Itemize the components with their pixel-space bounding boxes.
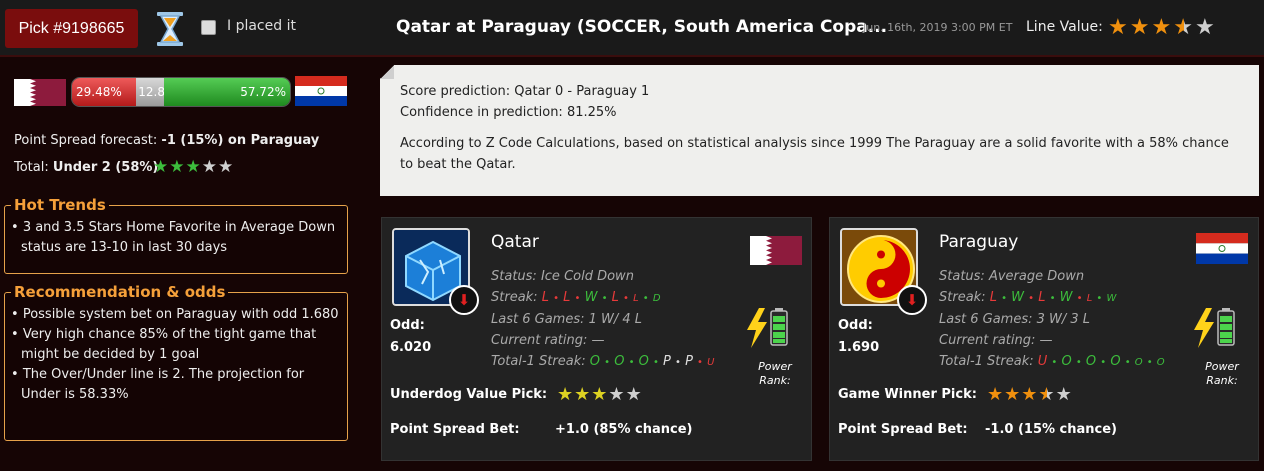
prediction-textbox[interactable]: Score prediction: Qatar 0 - Paraguay 1 C… [380,65,1259,196]
streak-label: Streak: [939,290,986,305]
team-info: Status: Ice Cold Down Streak: L • L • W … [491,269,715,369]
qatar-flag-icon [14,79,66,106]
star-icon: ★ [1021,384,1039,405]
prediction-paragraph: According to Z Code Calculations, based … [400,136,1229,172]
recommendation-title: Recommendation & odds [14,283,226,301]
point-spread-forecast: Point Spread forecast: -1 (15%) on Parag… [14,133,319,148]
status-label: Status: [491,269,537,284]
star-icon: ★ [185,157,202,177]
odd-label: Odd: [390,318,425,333]
star-icon: ★ [201,157,218,177]
hourglass-icon [157,12,183,46]
total-streak-label: Total-1 Streak: [491,354,586,369]
score-prediction: Score prediction: Qatar 0 - Paraguay 1 [400,84,650,99]
star-icon: ★ [153,157,170,177]
hot-trends-title: Hot Trends [14,196,106,214]
last6-value: 1 W/ 4 L [588,312,643,327]
power-rank-label: Power Rank: [758,360,792,387]
power-battery-icon [747,308,788,348]
star-icon: ★ [625,384,643,405]
star-icon: ★ [608,384,626,405]
paraguay-flag-icon [295,76,347,106]
star-icon: ★ [169,157,186,177]
line-value-label: Line Value: [1026,19,1103,35]
odd-value: 6.020 [390,340,432,355]
total-value: Under 2 (58%) [52,160,159,175]
team-name[interactable]: Qatar [491,232,539,252]
spread-label: Point Spread Bet: [390,422,520,437]
half-star-icon: ★ [1173,15,1195,40]
qatar-flag-icon [750,236,802,265]
placed-checkbox[interactable] [201,20,216,35]
total-stars: ★★★★★ [153,157,234,177]
hot-trends-box: Hot Trends 3 and 3.5 Stars Home Favorite… [4,196,348,274]
rating-label: Current rating: [939,333,1036,348]
fold-corner [380,65,394,79]
total-forecast: Total: Under 2 (58%) [14,160,158,175]
status-value: Average Down [988,269,1085,284]
last6-label: Last 6 Games: [939,312,1033,327]
home-win-pct: 57.72% [164,78,290,106]
total-prefix: Total: [14,160,49,175]
trend-item: 3 and 3.5 Stars Home Favorite in Average… [11,218,341,258]
star-icon: ★ [1129,15,1152,40]
ps-prefix: Point Spread forecast: [14,133,158,148]
half-star-icon: ★ [1038,384,1056,405]
star-icon: ★ [591,384,609,405]
placed-label[interactable]: I placed it [227,18,296,34]
game-title[interactable]: Qatar at Paraguay (SOCCER, South America… [396,17,887,37]
probability-bar: 29.48% 12.80% 57.72% [71,77,291,107]
star-icon: ★ [557,384,575,405]
streak-label: Streak: [491,290,538,305]
game-date: Jun. 16th, 2019 3:00 PM ET [863,21,1013,34]
down-arrow-icon: ⬇ [449,285,479,315]
confidence: Confidence in prediction: 81.25% [400,105,617,120]
rating-label: Current rating: [491,333,588,348]
spread-value: +1.0 (85% chance) [555,422,693,437]
pick-label: Underdog Value Pick: [390,387,548,402]
recommendation-item: Very high chance 85% of the tight game t… [11,325,341,365]
draw-pct: 12.80% [136,78,184,106]
star-icon: ★ [1004,384,1022,405]
last6-label: Last 6 Games: [491,312,585,327]
last6-value: 3 W/ 3 L [1036,312,1091,327]
away-win-pct: 29.48% [72,78,137,106]
star-icon: ★ [1108,15,1130,40]
spread-value: -1.0 (15% chance) [985,422,1117,437]
star-icon: ★ [1055,384,1073,405]
odd-value: 1.690 [838,340,880,355]
team-info: Status: Average Down Streak: L • W • L •… [939,269,1165,369]
spread-label: Point Spread Bet: [838,422,968,437]
pick-label: Game Winner Pick: [838,387,977,402]
rating-value: — [591,333,605,348]
star-icon: ★ [1151,15,1174,40]
pick-stars: ★★★★★ [987,384,1073,405]
recommendation-item: The Over/Under line is 2. The projection… [11,365,341,405]
team-card-paraguay: ⬇ Paraguay Status: Average Down Streak: … [829,217,1259,461]
status-label: Status: [939,269,985,284]
recommendation-box: Recommendation & odds Possible system be… [4,283,348,441]
star-icon: ★ [987,384,1005,405]
pick-badge[interactable]: Pick #9198665 [5,9,138,48]
paraguay-flag-icon [1196,233,1248,264]
recommendation-item: Possible system bet on Paraguay with odd… [11,305,341,325]
pick-stars: ★★★★★ [557,384,643,405]
line-value-stars: ★★★★★ [1108,15,1217,40]
odd-label: Odd: [838,318,873,333]
team-name[interactable]: Paraguay [939,232,1018,252]
star-icon: ★ [1194,15,1217,40]
power-rank-label: Power Rank: [1205,360,1239,387]
star-icon: ★ [574,384,592,405]
star-icon: ★ [218,157,235,177]
power-battery-icon [1194,308,1235,348]
ps-value: -1 (15%) on Paraguay [161,133,320,148]
total-streak-label: Total-1 Streak: [939,354,1034,369]
down-arrow-icon: ⬇ [897,285,927,315]
status-value: Ice Cold Down [540,269,634,284]
rating-value: — [1039,333,1053,348]
team-card-qatar: ⬇ Qatar Status: Ice Cold Down Streak: L … [381,217,812,461]
